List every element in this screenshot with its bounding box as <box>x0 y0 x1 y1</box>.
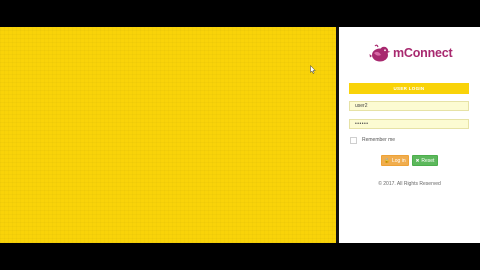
close-icon: ✖ <box>415 157 420 163</box>
screen-frame: mConnect USER LOGIN user2 •••••• Remembe… <box>0 0 480 270</box>
remember-me-label: Remember me <box>362 137 396 143</box>
yellow-background-panel <box>0 27 336 243</box>
login-header: USER LOGIN <box>349 83 469 94</box>
mouse-cursor-icon <box>310 65 316 74</box>
remember-me-row[interactable]: Remember me <box>350 136 395 144</box>
lock-icon: 🔒 <box>384 157 390 163</box>
login-panel: mConnect USER LOGIN user2 •••••• Remembe… <box>339 27 480 243</box>
password-input[interactable]: •••••• <box>349 119 469 129</box>
bird-logo-icon <box>369 44 391 62</box>
reset-button[interactable]: ✖ Reset <box>412 155 438 166</box>
remember-me-checkbox[interactable] <box>350 136 357 144</box>
reset-button-label: Reset <box>421 157 435 164</box>
copyright-text: © 2017. All Rights Reserved <box>378 181 441 187</box>
username-input[interactable]: user2 <box>349 101 469 111</box>
login-button-label: Log in <box>391 157 406 164</box>
brand-name: mConnect <box>393 46 453 60</box>
brand-logo: mConnect <box>369 42 453 64</box>
login-button[interactable]: 🔒 Log in <box>381 155 409 166</box>
